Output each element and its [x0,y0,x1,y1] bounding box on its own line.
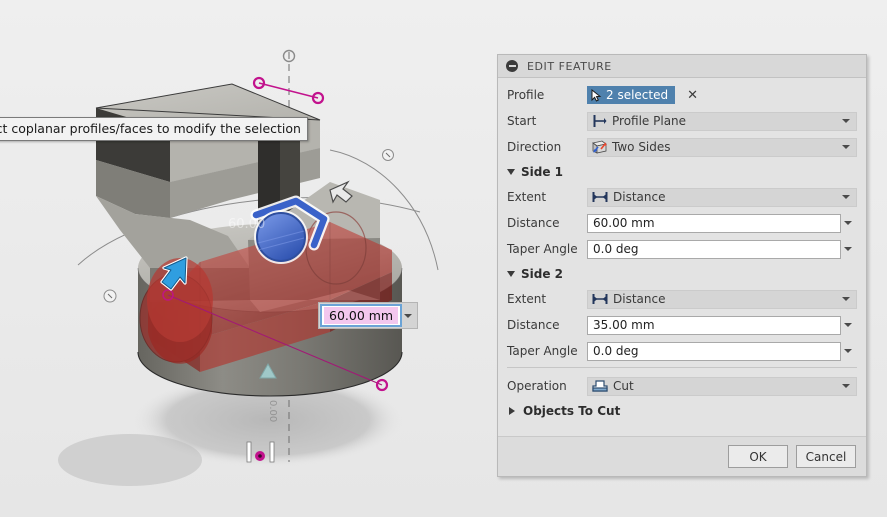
chevron-down-icon [842,119,850,123]
row-profile: Profile 2 selected ✕ [507,85,857,105]
status-tooltip-text: ecify distance, or select coplanar profi… [0,121,301,136]
side1-taper-angle-input[interactable]: 0.0 deg [587,239,841,259]
label-profile: Profile [507,88,545,102]
row-operation: Operation Cut [507,376,857,396]
chevron-down-icon [842,297,850,301]
distance-icon [592,294,608,304]
edit-feature-dialog[interactable]: EDIT FEATURE Profile 2 selected ✕ Start [497,54,867,477]
chevron-right-icon [509,407,515,415]
operation-value: Cut [613,379,634,393]
row-direction: Direction Two Sides [507,137,857,157]
cut-icon [592,380,608,392]
section-side-1-label: Side 1 [521,165,564,179]
dialog-footer: OK Cancel [498,436,866,476]
row-side1-extent: Extent Distance [507,187,857,207]
label-start: Start [507,114,537,128]
direction-value: Two Sides [612,140,671,154]
canvas-dimension-field[interactable]: 60.00 mm [320,304,403,327]
canvas-dimension-value[interactable]: 60.00 mm [324,307,399,324]
profile-selection-chip[interactable]: 2 selected [587,86,676,104]
two-sides-icon [592,140,607,154]
label-direction: Direction [507,140,562,154]
start-value: Profile Plane [612,114,687,128]
side2-distance-dropdown-button[interactable] [841,323,857,327]
canvas-dimension-dropdown-button[interactable] [402,304,416,327]
side2-distance-input[interactable]: 35.00 mm [587,315,841,335]
row-side1-taper: Taper Angle 0.0 deg [507,239,857,259]
label-side1-taper-angle: Taper Angle [507,242,578,256]
ok-button[interactable]: OK [728,445,788,468]
chevron-down-icon [842,384,850,388]
minus-circle-icon[interactable] [506,60,518,72]
label-side2-taper-angle: Taper Angle [507,344,578,358]
chevron-down-icon [404,313,413,318]
label-side2-extent: Extent [507,292,547,306]
label-side1-extent: Extent [507,190,547,204]
row-start: Start Profile Plane [507,111,857,131]
start-dropdown[interactable]: Profile Plane [587,111,857,131]
chevron-down-icon [844,247,852,251]
section-side-1[interactable]: Side 1 [507,163,857,181]
close-icon[interactable]: ✕ [687,89,698,102]
side1-extent-dropdown[interactable]: Distance [587,187,857,207]
svg-text:0.00: 0.00 [267,400,278,422]
section-objects-to-cut[interactable]: Objects To Cut [507,402,857,420]
chevron-down-icon [844,323,852,327]
cursor-arrow-icon [591,88,602,102]
operation-dropdown[interactable]: Cut [587,376,857,396]
side1-extent-value: Distance [613,190,666,204]
side1-distance-dropdown-button[interactable] [841,221,857,225]
row-side2-extent: Extent Distance [507,289,857,309]
chevron-down-icon [844,221,852,225]
distance-icon [592,192,608,202]
section-objects-to-cut-label: Objects To Cut [523,404,621,418]
status-tooltip: ecify distance, or select coplanar profi… [0,117,308,141]
section-side-2-label: Side 2 [521,267,564,281]
profile-selection-text: 2 selected [606,88,669,102]
side1-taper-dropdown-button[interactable] [841,247,857,251]
svg-text:60.00: 60.00 [228,217,265,232]
chevron-down-icon [844,349,852,353]
dialog-header[interactable]: EDIT FEATURE [498,55,866,78]
section-side-2[interactable]: Side 2 [507,265,857,283]
label-side2-distance: Distance [507,318,560,332]
side2-extent-value: Distance [613,292,666,306]
dialog-title: EDIT FEATURE [527,59,612,73]
model-face-dimension-text: 60.00 [228,217,265,232]
dialog-body: Profile 2 selected ✕ Start Profile Plane… [498,78,866,436]
direction-dropdown[interactable]: Two Sides [587,137,857,157]
chevron-down-icon [507,169,515,175]
profile-plane-icon [593,115,607,127]
chevron-down-icon [507,271,515,277]
row-side1-distance: Distance 60.00 mm [507,213,857,233]
side2-extent-dropdown[interactable]: Distance [587,289,857,309]
cancel-button[interactable]: Cancel [796,445,856,468]
side2-taper-angle-input[interactable]: 0.0 deg [587,341,841,361]
row-side2-taper: Taper Angle 0.0 deg [507,341,857,361]
row-side2-distance: Distance 35.00 mm [507,315,857,335]
canvas-dimension-input-group[interactable]: 60.00 mm [318,302,419,329]
side2-taper-dropdown-button[interactable] [841,349,857,353]
side1-distance-input[interactable]: 60.00 mm [587,213,841,233]
label-side1-distance: Distance [507,216,560,230]
label-operation: Operation [507,379,567,393]
chevron-down-icon [842,195,850,199]
axis-label-text: 0.00 [267,400,278,422]
section-divider [507,367,857,368]
chevron-down-icon [842,145,850,149]
